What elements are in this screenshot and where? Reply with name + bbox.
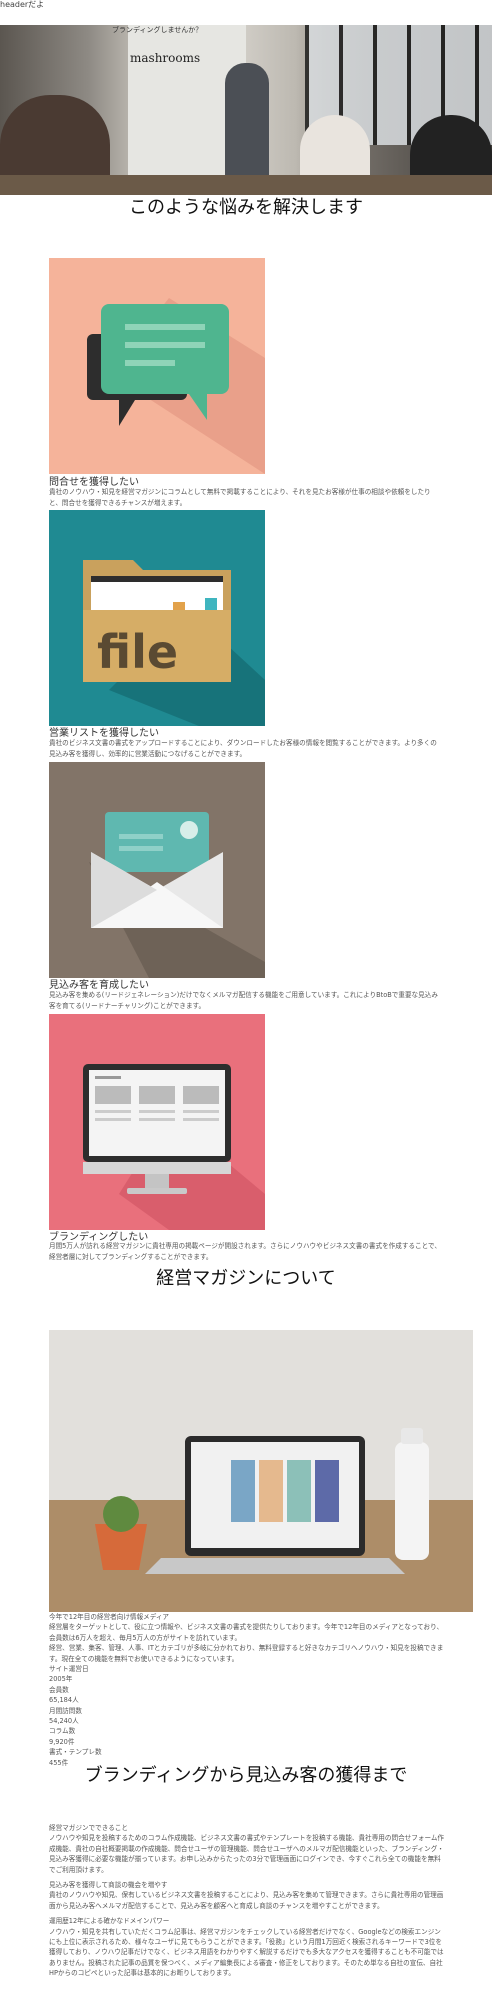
laptop-scene-image xyxy=(49,1330,473,1612)
feature-item: 見込み客を獲得して商談の機会を増やす 貴社のノウハウや知見、保有しているビジネス… xyxy=(49,1880,445,1911)
hero-image: ブランディングしませんか？ mashrooms xyxy=(0,25,492,195)
section-title-branding-to-leads: ブランディングから見込み客の獲得まで xyxy=(84,1765,408,1786)
card-desc-inquiry: 貴社のノウハウ・知見を経営マガジンにコラムとして無料で掲載することにより、それを… xyxy=(49,488,431,507)
hero-brand-text: mashrooms xyxy=(130,51,201,65)
section-title-magazine: 経営マガジンについて xyxy=(156,1268,336,1289)
card-title-nurture: 見込み客を育成したい xyxy=(49,980,149,991)
magazine-body-2: 経営、営業、集客、管理、人事、ITとカテゴリが多岐に分かれており、無料登録すると… xyxy=(49,1644,444,1663)
feature-item: 経営マガジンでできること ノウハウや知見を投稿するためのコラム作成機能、ビジネス… xyxy=(49,1823,445,1875)
feature-desc: ノウハウ・知見を共有していただくコラム記事は、経営マガジンをチェックしている経営… xyxy=(49,1927,444,1978)
card-image-branding xyxy=(49,1014,265,1230)
card-desc-branding: 月間5万人が訪れる経営マガジンに貴社専用の掲載ページが開設されます。さらにノウハ… xyxy=(49,1242,441,1261)
feature-title: 運用歴12年による確かなドメインパワー xyxy=(49,1917,170,1926)
card-image-nurture xyxy=(49,762,265,978)
svg-text:file: file xyxy=(97,625,178,679)
card-title-inquiry: 問合せを獲得したい xyxy=(49,477,139,488)
stat-value: 9,920件 xyxy=(49,1737,75,1746)
section-title-problems: このような悩みを解決します xyxy=(129,197,363,218)
magazine-intro: 今年で12年目の経営者向け情報メディア xyxy=(49,1613,170,1621)
chat-bubbles-icon xyxy=(49,258,265,474)
feature-title: 経営マガジンでできること xyxy=(49,1824,128,1832)
site-header: headerだよ xyxy=(0,0,45,9)
stat-label: 会員数 xyxy=(49,1685,69,1694)
stat-label: コラム数 xyxy=(49,1727,76,1736)
stat-label: 月間訪問数 xyxy=(49,1706,82,1715)
card-desc-nurture: 見込み客を集める(リードジェネレーション)だけでなくメルマガ配信する機能をご用意… xyxy=(49,991,438,1010)
hero-question: ブランディングしませんか？ xyxy=(112,26,203,34)
stat-value: 54,240人 xyxy=(49,1717,79,1726)
stat-label: サイト運営日 xyxy=(49,1665,89,1674)
feature-item: 運用歴12年による確かなドメインパワー ノウハウ・知見を共有していただくコラム記… xyxy=(49,1916,445,1978)
stat-label: 書式・テンプレ数 xyxy=(49,1748,102,1757)
card-image-inquiry xyxy=(49,258,265,474)
monitor-icon xyxy=(49,1014,265,1230)
magazine-image xyxy=(49,1330,473,1612)
feature-title: 見込み客を獲得して商談の機会を増やす xyxy=(49,1881,168,1890)
presenter-figure xyxy=(225,63,269,175)
file-folder-icon: file xyxy=(49,510,265,726)
desk-decor xyxy=(0,175,492,195)
stat-value: 65,184人 xyxy=(49,1696,79,1705)
feature-desc: 貴社のノウハウや知見、保有しているビジネス文書を投稿することにより、見込み客を集… xyxy=(49,1891,444,1910)
card-desc-sales-list: 貴社のビジネス文書の書式をアップロードすることにより、ダウンロードしたお客様の情… xyxy=(49,739,437,758)
feature-desc: ノウハウや知見を投稿するためのコラム作成機能、ビジネス文書の書式やテンプレートを… xyxy=(49,1834,445,1874)
envelope-icon xyxy=(49,762,265,978)
magazine-body: 経営層をターゲットとして、役に立つ情報や、ビジネス文書の書式を提供たりしておりま… xyxy=(49,1623,444,1642)
magazine-info: 今年で12年目の経営者向け情報メディア 経営層をターゲットとして、役に立つ情報や… xyxy=(49,1612,445,1768)
card-title-sales-list: 営業リストを獲得したい xyxy=(49,728,159,739)
features-list: 経営マガジンでできること ノウハウや知見を投稿するためのコラム作成機能、ビジネス… xyxy=(49,1823,445,1984)
card-image-sales-list: file xyxy=(49,510,265,726)
stat-value: 2005年 xyxy=(49,1675,73,1684)
